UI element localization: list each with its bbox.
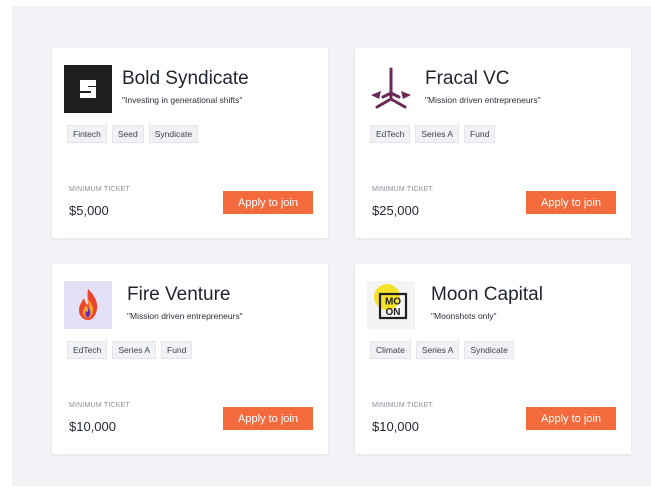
syndicate-name: Fracal VC	[425, 68, 510, 89]
logo-text-line: MO	[385, 297, 401, 308]
minimum-ticket-value: $10,000	[372, 419, 419, 434]
tag: Fund	[464, 125, 496, 143]
syndicate-card-bold-syndicate[interactable]: Bold Syndicate "Investing in generationa…	[52, 48, 328, 238]
tag-list: Climate Series A Syndicate	[370, 341, 514, 359]
bold-syndicate-logo-icon	[64, 65, 112, 113]
apply-to-join-button[interactable]: Apply to join	[223, 407, 313, 430]
tag: Seed	[111, 125, 144, 143]
syndicate-tagline: "Investing in generational shifts"	[122, 95, 243, 105]
tag: Fund	[161, 341, 193, 359]
tag: Series A	[112, 341, 157, 359]
syndicate-tagline: "Mission driven entrepreneurs"	[425, 95, 541, 105]
syndicate-tagline: "Mission driven entrepreneurs"	[127, 311, 243, 321]
syndicate-card-moon-capital[interactable]: MO ON Moon Capital "Moonshots only" Clim…	[355, 264, 631, 454]
syndicate-name: Moon Capital	[431, 284, 543, 305]
tag: Syndicate	[464, 341, 514, 359]
syndicate-card-fracal-vc[interactable]: Fracal VC "Mission driven entrepreneurs"…	[355, 48, 631, 238]
moon-capital-logo-icon: MO ON	[367, 281, 415, 329]
syndicate-card-fire-venture[interactable]: Fire Venture "Mission driven entrepreneu…	[52, 264, 328, 454]
minimum-ticket-label: MINIMUM TICKET	[69, 186, 131, 193]
apply-to-join-button[interactable]: Apply to join	[223, 191, 313, 214]
fire-venture-logo-icon	[64, 281, 112, 329]
syndicate-tagline: "Moonshots only"	[431, 311, 497, 321]
tag: EdTech	[370, 125, 411, 143]
tag-list: Fintech Seed Syndicate	[67, 125, 199, 143]
tag: Series A	[415, 341, 460, 359]
apply-to-join-button[interactable]: Apply to join	[526, 407, 616, 430]
tag-list: EdTech Series A Fund	[67, 341, 193, 359]
logo-text-line: ON	[386, 307, 401, 318]
content-panel: Bold Syndicate "Investing in generationa…	[12, 6, 651, 486]
syndicate-name: Fire Venture	[127, 284, 231, 305]
tag: Climate	[370, 341, 411, 359]
fracal-vc-logo-icon	[367, 65, 415, 113]
tag: EdTech	[67, 341, 108, 359]
tag: Series A	[415, 125, 460, 143]
minimum-ticket-value: $5,000	[69, 203, 109, 218]
tag: Syndicate	[148, 125, 199, 143]
tag: Fintech	[67, 125, 107, 143]
minimum-ticket-value: $25,000	[372, 203, 419, 218]
minimum-ticket-label: MINIMUM TICKET	[372, 402, 434, 409]
tag-list: EdTech Series A Fund	[370, 125, 496, 143]
minimum-ticket-label: MINIMUM TICKET	[372, 186, 434, 193]
minimum-ticket-value: $10,000	[69, 419, 116, 434]
apply-to-join-button[interactable]: Apply to join	[526, 191, 616, 214]
syndicate-name: Bold Syndicate	[122, 68, 249, 89]
minimum-ticket-label: MINIMUM TICKET	[69, 402, 131, 409]
